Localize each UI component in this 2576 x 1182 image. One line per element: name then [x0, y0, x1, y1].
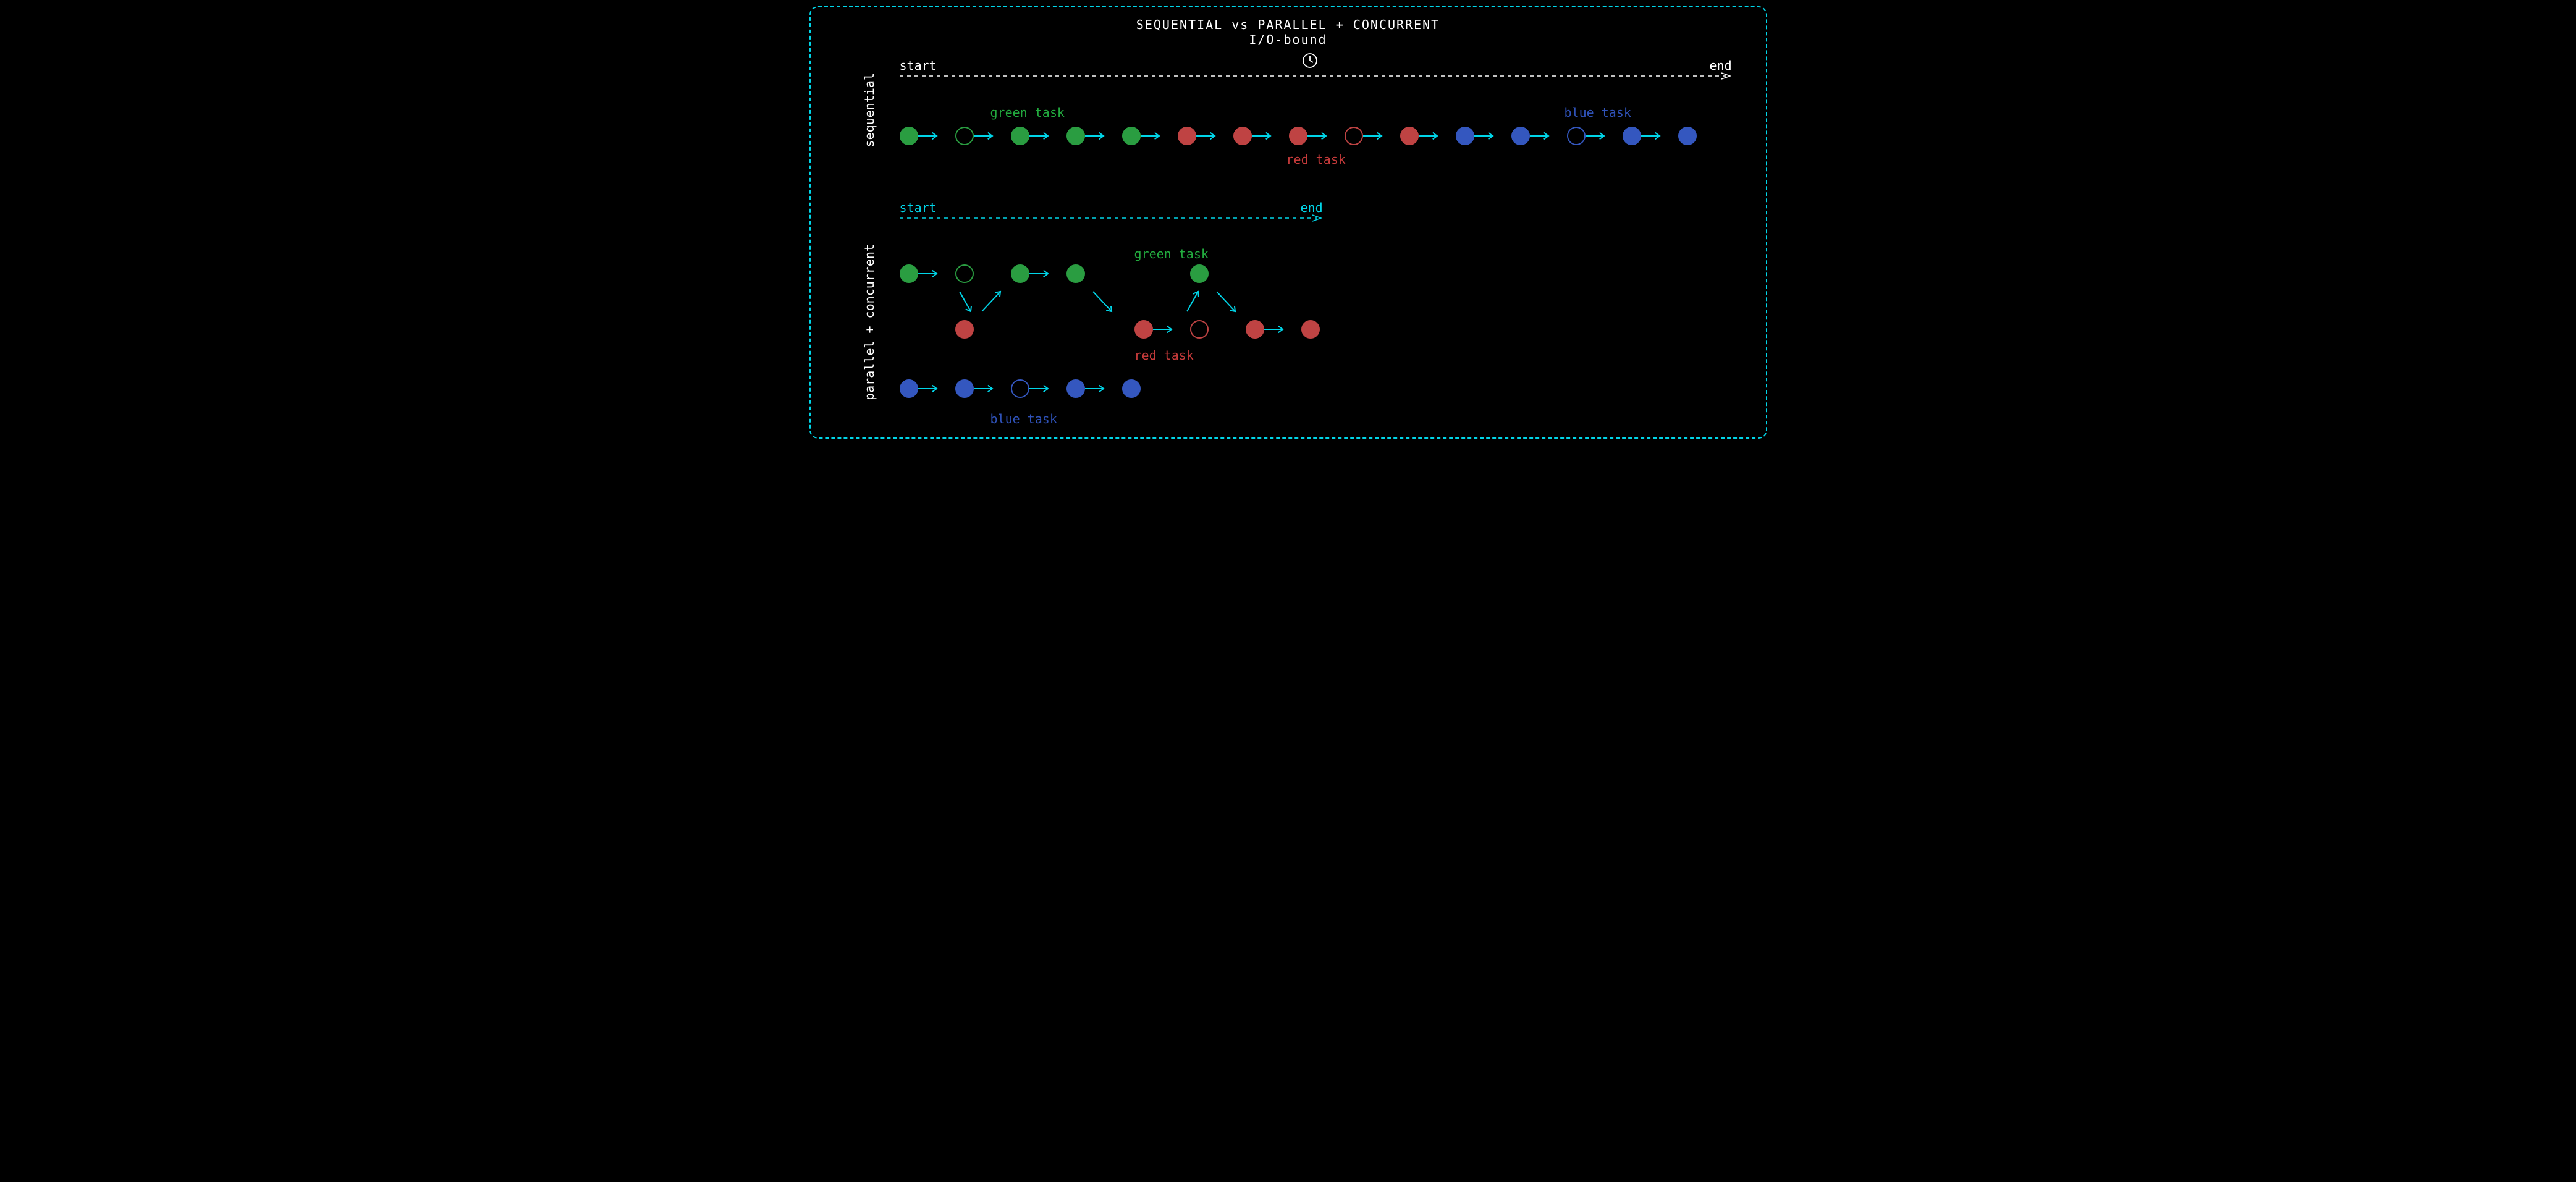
par-arrow-11	[1023, 382, 1054, 395]
par-arrow-7	[1210, 285, 1241, 318]
par-red-circle-4	[1301, 320, 1320, 339]
par-arrow-5	[1147, 323, 1178, 336]
par-green-circle-3	[1066, 264, 1085, 283]
par-green-task-label: green task	[1134, 247, 1209, 261]
dashed-frame	[809, 6, 1767, 439]
seq-arrow-2	[1023, 130, 1054, 142]
par-blue-task-label: blue task	[990, 412, 1057, 426]
seq-arrow-6	[1246, 130, 1277, 142]
diagram-title: SEQUENTIAL vs PARALLEL + CONCURRENT	[803, 17, 1773, 32]
seq-arrow-3	[1079, 130, 1110, 142]
par-end-label: end	[1301, 200, 1323, 215]
par-green-circle-1	[955, 264, 974, 283]
par-red-task-label: red task	[1134, 348, 1194, 363]
seq-arrow-4	[1134, 130, 1165, 142]
par-start-label: start	[900, 200, 937, 215]
seq-end-label: end	[1710, 58, 1732, 73]
par-red-circle-0	[955, 320, 974, 339]
par-arrow-3	[976, 285, 1007, 318]
seq-arrow-12	[1579, 130, 1610, 142]
seq-arrow-13	[1635, 130, 1666, 142]
par-timeline	[900, 214, 1322, 222]
seq-circle-14	[1678, 127, 1697, 145]
seq-start-label: start	[900, 58, 937, 73]
par-arrow-12	[1079, 382, 1110, 395]
par-arrow-4	[1087, 285, 1118, 318]
par-arrow-1	[1023, 268, 1054, 280]
par-arrow-9	[912, 382, 943, 395]
par-blue-circle-4	[1122, 379, 1141, 398]
par-arrow-6	[1181, 285, 1204, 318]
seq-timeline	[900, 72, 1731, 80]
seq-arrow-1	[968, 130, 999, 142]
section-label-sequential: sequential	[862, 73, 877, 147]
par-arrow-8	[1258, 323, 1289, 336]
par-arrow-2	[953, 285, 977, 318]
par-green-circle-4	[1190, 264, 1209, 283]
seq-green-task-label: green task	[990, 105, 1065, 120]
seq-arrow-9	[1413, 130, 1443, 142]
seq-arrow-11	[1524, 130, 1555, 142]
seq-arrow-10	[1468, 130, 1499, 142]
seq-arrow-8	[1357, 130, 1388, 142]
par-arrow-10	[968, 382, 999, 395]
diagram-subtitle: I/O-bound	[803, 32, 1773, 47]
seq-arrow-0	[912, 130, 943, 142]
par-red-circle-2	[1190, 320, 1209, 339]
seq-arrow-7	[1301, 130, 1332, 142]
section-label-parallel: parallel + concurrent	[862, 244, 877, 400]
seq-arrow-5	[1190, 130, 1221, 142]
par-arrow-0	[912, 268, 943, 280]
clock-icon	[1302, 53, 1318, 69]
seq-blue-task-label: blue task	[1565, 105, 1631, 120]
seq-red-task-label: red task	[1286, 152, 1346, 167]
